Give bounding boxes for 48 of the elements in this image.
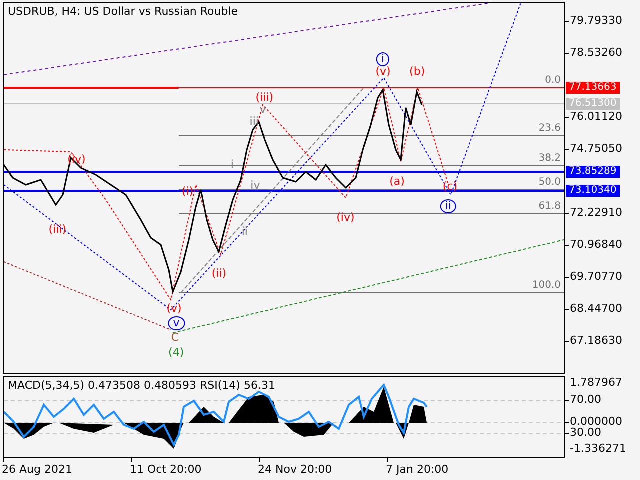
price-axis-label: 76.01120 <box>570 110 622 124</box>
wave-label: v <box>168 316 185 330</box>
time-axis-label: 24 Nov 20:00 <box>258 463 332 476</box>
wave-label: (ii) <box>212 268 227 280</box>
fibonacci-level-label: 100.0 <box>532 280 561 291</box>
wave-label: ii <box>242 226 248 238</box>
indicator-axis-label: 0.000000 <box>570 415 622 428</box>
price-axis-label: 72.22910 <box>570 206 622 220</box>
wave-label: iv <box>250 180 260 192</box>
price-tag: 77.13663 <box>566 82 620 94</box>
wave-label: (4) <box>168 347 184 359</box>
wave-label: C <box>171 332 179 344</box>
fibonacci-level-label: 0.0 <box>545 75 561 86</box>
time-axis-label: 7 Jan 20:00 <box>386 463 449 476</box>
price-axis-label: 78.53260 <box>570 46 622 60</box>
fibonacci-level-label: 50.0 <box>538 177 561 188</box>
wave-label: (b) <box>410 66 426 78</box>
price-axis-label: 67.18630 <box>570 334 622 348</box>
wave-label: (v) <box>166 303 182 315</box>
wave-label: (iii) <box>256 92 274 104</box>
fibonacci-level-label: 61.8 <box>538 201 561 212</box>
wave-label: iii <box>250 116 259 128</box>
price-tag: 73.85289 <box>566 166 620 178</box>
wave-label: (v) <box>376 66 391 78</box>
indicator-axis-label: 1.787967 <box>570 376 622 390</box>
wave-label: i <box>376 52 390 66</box>
wave-label: i <box>230 159 234 171</box>
price-axis-label: 69.70770 <box>570 270 622 284</box>
fibonacci-level-label: 23.6 <box>538 123 561 134</box>
wave-label: ii <box>440 200 456 214</box>
wave-label: (a) <box>390 176 405 188</box>
fibonacci-level-label: 38.2 <box>538 153 561 164</box>
indicator-axis-label: 30.00 <box>570 426 602 440</box>
wave-label: (iii) <box>48 224 67 236</box>
price-axis-label: 74.75050 <box>570 142 622 156</box>
time-axis-label: 26 Aug 2021 <box>2 463 72 476</box>
indicator-axis-label: -1.336271 <box>570 442 626 456</box>
wave-label: v <box>260 104 266 116</box>
price-tag: 73.10340 <box>566 185 620 197</box>
indicator-caption: MACD(5,34,5) 0.473508 0.480593 RSI(14) 56.31 <box>8 379 276 392</box>
price-axis-label: 70.96840 <box>570 238 622 252</box>
price-axis-label: 79.79330 <box>570 14 622 28</box>
chart-title: USDRUB, H4: US Dollar vs Russian Rouble <box>8 5 238 18</box>
indicator-axis-label: 70.00 <box>570 393 602 407</box>
wave-label: (iv) <box>336 212 355 224</box>
price-axis-label: 68.44700 <box>570 302 622 316</box>
price-tag: 76.51300 <box>566 98 620 110</box>
time-axis-label: 11 Oct 20:00 <box>130 463 202 476</box>
